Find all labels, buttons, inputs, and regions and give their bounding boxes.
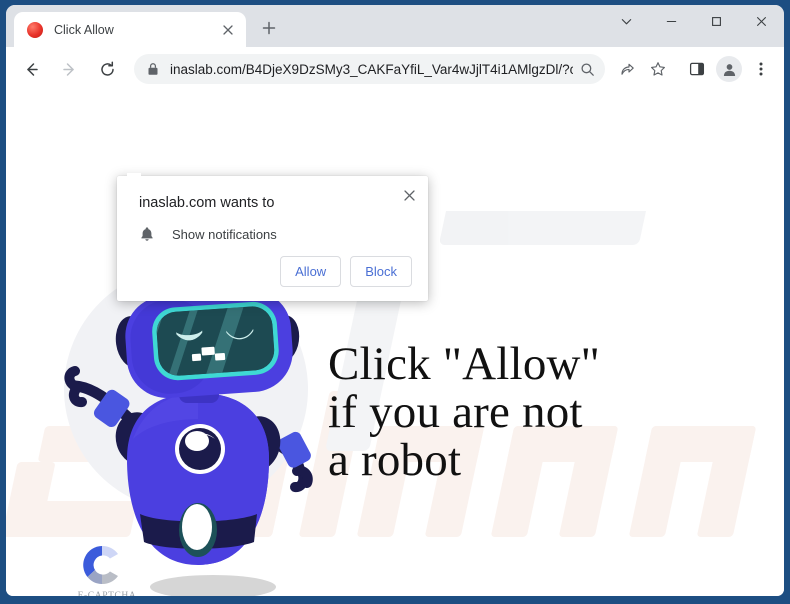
notification-permission-dialog: inaslab.com wants to Show notifications … [117,176,428,301]
permission-label: Show notifications [172,226,277,242]
red-circle-favicon [27,21,43,38]
maximize-icon[interactable] [694,5,739,37]
bell-icon [141,227,153,241]
bookmark-star-icon[interactable] [643,54,673,84]
permission-row: Show notifications [139,226,277,242]
share-icon[interactable] [612,54,642,84]
address-bar[interactable]: inaslab.com/B4DjeX9DzSMy3_CAKFaYfiL_Var4… [134,54,605,84]
browser-tab[interactable]: Click Allow [14,12,246,47]
ecaptcha-logo: E-CAPTCHA [72,543,142,596]
tab-search-chevron-down-icon[interactable] [604,5,649,37]
url-text: inaslab.com/B4DjeX9DzSMy3_CAKFaYfiL_Var4… [170,61,573,77]
minimize-icon[interactable] [649,5,694,37]
dialog-actions: Allow Block [280,256,412,287]
close-icon[interactable] [218,20,238,40]
close-icon[interactable] [396,182,422,208]
new-tab-button[interactable] [256,15,282,41]
forward-icon [53,53,85,85]
page-viewport: Click "Allow" if you are not a robot E-C… [6,91,784,596]
overflow-menu-icon[interactable] [746,54,776,84]
side-panel-icon[interactable] [682,54,712,84]
tab-title: Click Allow [54,22,114,37]
browser-toolbar: inaslab.com/B4DjeX9DzSMy3_CAKFaYfiL_Var4… [6,47,784,91]
ecaptcha-label: E-CAPTCHA [77,591,137,596]
profile-avatar[interactable] [716,56,742,82]
tab-strip: Click Allow [6,5,784,47]
window-controls [604,5,784,37]
browser-window: Click Allow inaslab.com/B4DjeX9DzSMy3_CA… [6,5,784,596]
dialog-title: inaslab.com wants to [139,195,275,211]
reload-icon[interactable] [91,53,123,85]
close-window-icon[interactable] [739,5,784,37]
dialog-anchor [127,173,141,178]
allow-button[interactable]: Allow [280,256,342,287]
lock-icon[interactable] [147,62,159,76]
ecaptcha-c-icon [83,545,118,585]
back-icon[interactable] [15,53,47,85]
search-icon[interactable] [573,55,601,83]
os-window-frame: Click Allow inaslab.com/B4DjeX9DzSMy3_CA… [0,0,790,604]
block-button[interactable]: Block [350,256,412,287]
page-headline: Click "Allow" if you are not a robot [328,338,601,486]
